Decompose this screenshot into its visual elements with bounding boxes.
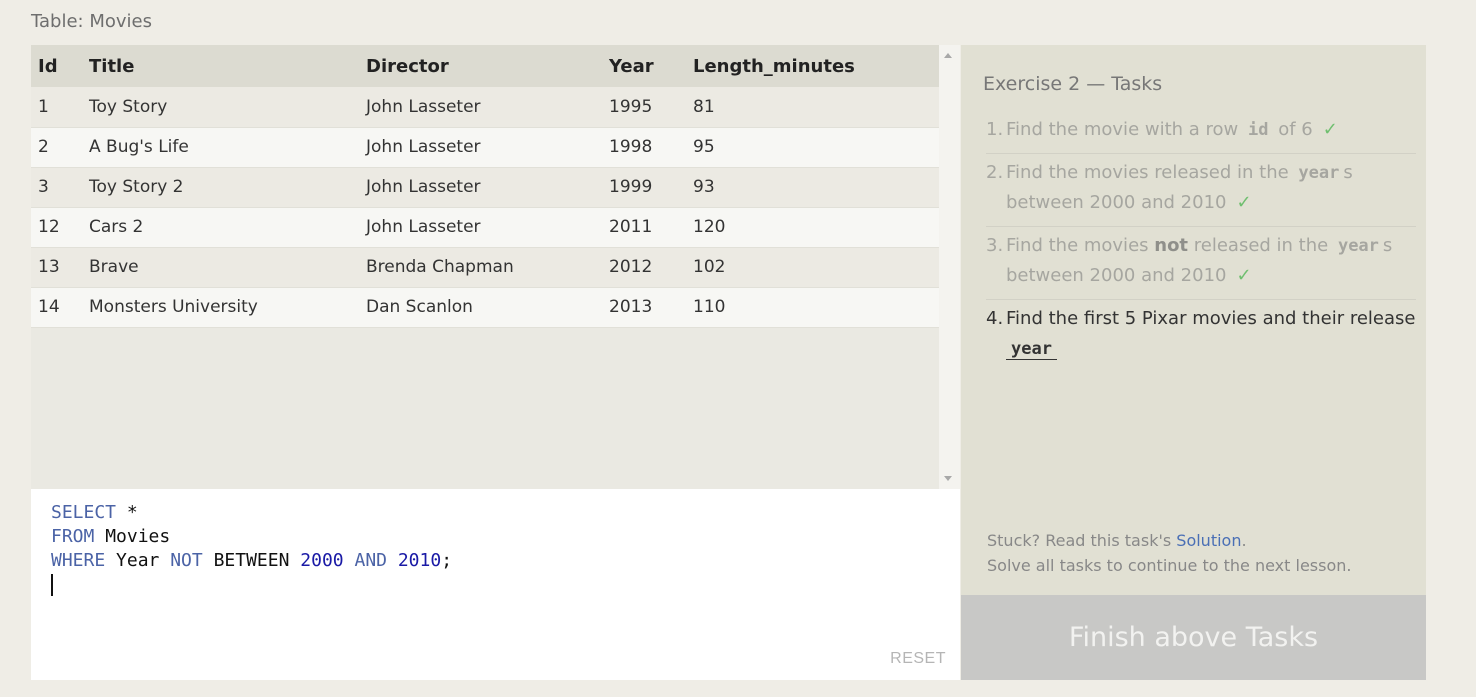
results-scrollbar[interactable] xyxy=(939,45,960,489)
cell-id: 12 xyxy=(38,217,60,237)
task-number: 4. xyxy=(986,308,1004,329)
column-identifier: Year xyxy=(105,550,171,571)
cell-title: Monsters University xyxy=(89,297,258,317)
keyword-select: SELECT xyxy=(51,502,117,523)
task-item: 2. Find the movies released in the year s… xyxy=(986,156,1416,227)
keyword-from: FROM xyxy=(51,526,95,547)
task-code: year xyxy=(1298,163,1340,183)
column-header-year: Year xyxy=(609,55,654,77)
task-text-post: of 6 xyxy=(1272,119,1313,140)
cell-id: 13 xyxy=(38,257,60,277)
cell-id: 3 xyxy=(38,177,49,197)
check-icon: ✓ xyxy=(1236,192,1252,213)
task-text: Find the movie with a row id of 6 ✓ xyxy=(1006,115,1416,145)
task-list: 1. Find the movie with a row id of 6 ✓ 2.… xyxy=(986,113,1416,374)
cell-year: 1998 xyxy=(609,137,653,157)
results-panel: Id Title Director Year Length_minutes 1 … xyxy=(31,45,960,489)
cell-id: 1 xyxy=(38,96,49,117)
scroll-up-arrow-icon[interactable] xyxy=(944,53,952,58)
tasks-panel: Exercise 2 — Tasks 1. Find the movie wit… xyxy=(961,45,1426,595)
task-number: 2. xyxy=(986,162,1004,183)
cell-director: John Lasseter xyxy=(366,137,481,157)
statement-terminator: ; xyxy=(441,550,453,571)
cell-director: John Lasseter xyxy=(366,177,481,197)
task-code: year xyxy=(1337,236,1379,256)
column-header-director: Director xyxy=(366,55,449,77)
keyword-not: NOT xyxy=(170,550,203,571)
table-row: 2 A Bug's Life John Lasseter 1998 95 xyxy=(31,127,939,167)
cell-length: 102 xyxy=(693,257,726,277)
task-item: 3. Find the movies not released in the y… xyxy=(986,229,1416,300)
table-name: Movies xyxy=(94,526,171,547)
text-cursor xyxy=(51,574,53,596)
reset-button[interactable]: RESET xyxy=(890,650,946,668)
tasks-title: Exercise 2 — Tasks xyxy=(983,73,1163,95)
solve-all-text: Solve all tasks to continue to the next … xyxy=(987,556,1352,575)
cell-year: 2013 xyxy=(609,297,653,317)
check-icon: ✓ xyxy=(1236,265,1252,286)
column-header-id: Id xyxy=(38,55,58,77)
task-text-pre: Find the movie with a row xyxy=(1006,119,1244,140)
help-text: Stuck? Read this task's Solution. Solve … xyxy=(987,528,1351,578)
table-row: 3 Toy Story 2 John Lasseter 1999 93 xyxy=(31,167,939,207)
cell-director: Brenda Chapman xyxy=(366,257,514,277)
column-header-title: Title xyxy=(89,55,135,77)
table-row: 14 Monsters University Dan Scanlon 2013 … xyxy=(31,287,939,327)
table-row: 1 Toy Story John Lasseter 1995 81 xyxy=(31,87,939,127)
table-label: Table: Movies xyxy=(31,11,152,32)
stuck-prefix: Stuck? Read this task's xyxy=(987,531,1177,550)
cell-director: John Lasseter xyxy=(366,217,481,237)
table-header-row: Id Title Director Year Length_minutes xyxy=(31,45,939,87)
task-item-active: 4. Find the first 5 Pixar movies and the… xyxy=(986,302,1416,372)
table-row: 13 Brave Brenda Chapman 2012 102 xyxy=(31,247,939,287)
cell-id: 14 xyxy=(38,297,60,317)
cell-director: Dan Scanlon xyxy=(366,297,473,317)
cell-id: 2 xyxy=(38,137,49,157)
task-number: 3. xyxy=(986,235,1004,256)
cell-title: Toy Story xyxy=(89,96,168,117)
finish-tasks-button[interactable]: Finish above Tasks xyxy=(961,595,1426,680)
task-item: 1. Find the movie with a row id of 6 ✓ xyxy=(986,113,1416,154)
sql-editor[interactable]: SELECT * FROM Movies WHERE Year NOT BETW… xyxy=(31,489,960,680)
cell-title: A Bug's Life xyxy=(89,137,189,157)
results-table: Id Title Director Year Length_minutes 1 … xyxy=(31,45,939,328)
task-number: 1. xyxy=(986,119,1004,140)
select-star: * xyxy=(116,502,138,523)
cell-year: 2011 xyxy=(609,217,653,237)
keyword-where: WHERE xyxy=(51,550,106,571)
keyword-between: BETWEEN xyxy=(202,550,301,571)
task-code: year xyxy=(1006,339,1057,360)
cell-length: 81 xyxy=(693,96,715,117)
task-emphasis: not xyxy=(1154,235,1189,256)
keyword-and: AND xyxy=(343,550,398,571)
cell-title: Brave xyxy=(89,257,139,277)
task-text-pre: Find the movies xyxy=(1006,235,1155,256)
task-text-mid: released in the xyxy=(1188,235,1334,256)
cell-year: 2012 xyxy=(609,257,653,277)
column-header-length: Length_minutes xyxy=(693,55,855,77)
solution-link[interactable]: Solution xyxy=(1176,531,1241,550)
number-literal-end: 2010 xyxy=(397,550,442,571)
cell-length: 110 xyxy=(693,297,726,317)
task-text-pre: Find the movies released in the xyxy=(1006,162,1295,183)
stuck-suffix: . xyxy=(1241,531,1247,550)
task-code: id xyxy=(1247,120,1269,140)
cell-director: John Lasseter xyxy=(366,96,481,117)
cell-length: 95 xyxy=(693,137,715,157)
cell-title: Cars 2 xyxy=(89,217,144,237)
task-text: Find the first 5 Pixar movies and their … xyxy=(1006,304,1416,364)
cell-year: 1995 xyxy=(609,96,653,117)
check-icon: ✓ xyxy=(1322,119,1338,140)
table-row: 12 Cars 2 John Lasseter 2011 120 xyxy=(31,207,939,247)
cell-title: Toy Story 2 xyxy=(89,177,184,197)
number-literal-start: 2000 xyxy=(300,550,344,571)
task-text-pre: Find the first 5 Pixar movies and their … xyxy=(1006,308,1416,329)
task-text: Find the movies not released in the year… xyxy=(1006,231,1416,291)
cell-length: 93 xyxy=(693,177,715,197)
sql-code[interactable]: SELECT * FROM Movies WHERE Year NOT BETW… xyxy=(51,501,452,597)
cell-length: 120 xyxy=(693,217,726,237)
task-text: Find the movies released in the year s be… xyxy=(1006,158,1416,218)
cell-year: 1999 xyxy=(609,177,653,197)
scroll-down-arrow-icon[interactable] xyxy=(944,476,952,481)
